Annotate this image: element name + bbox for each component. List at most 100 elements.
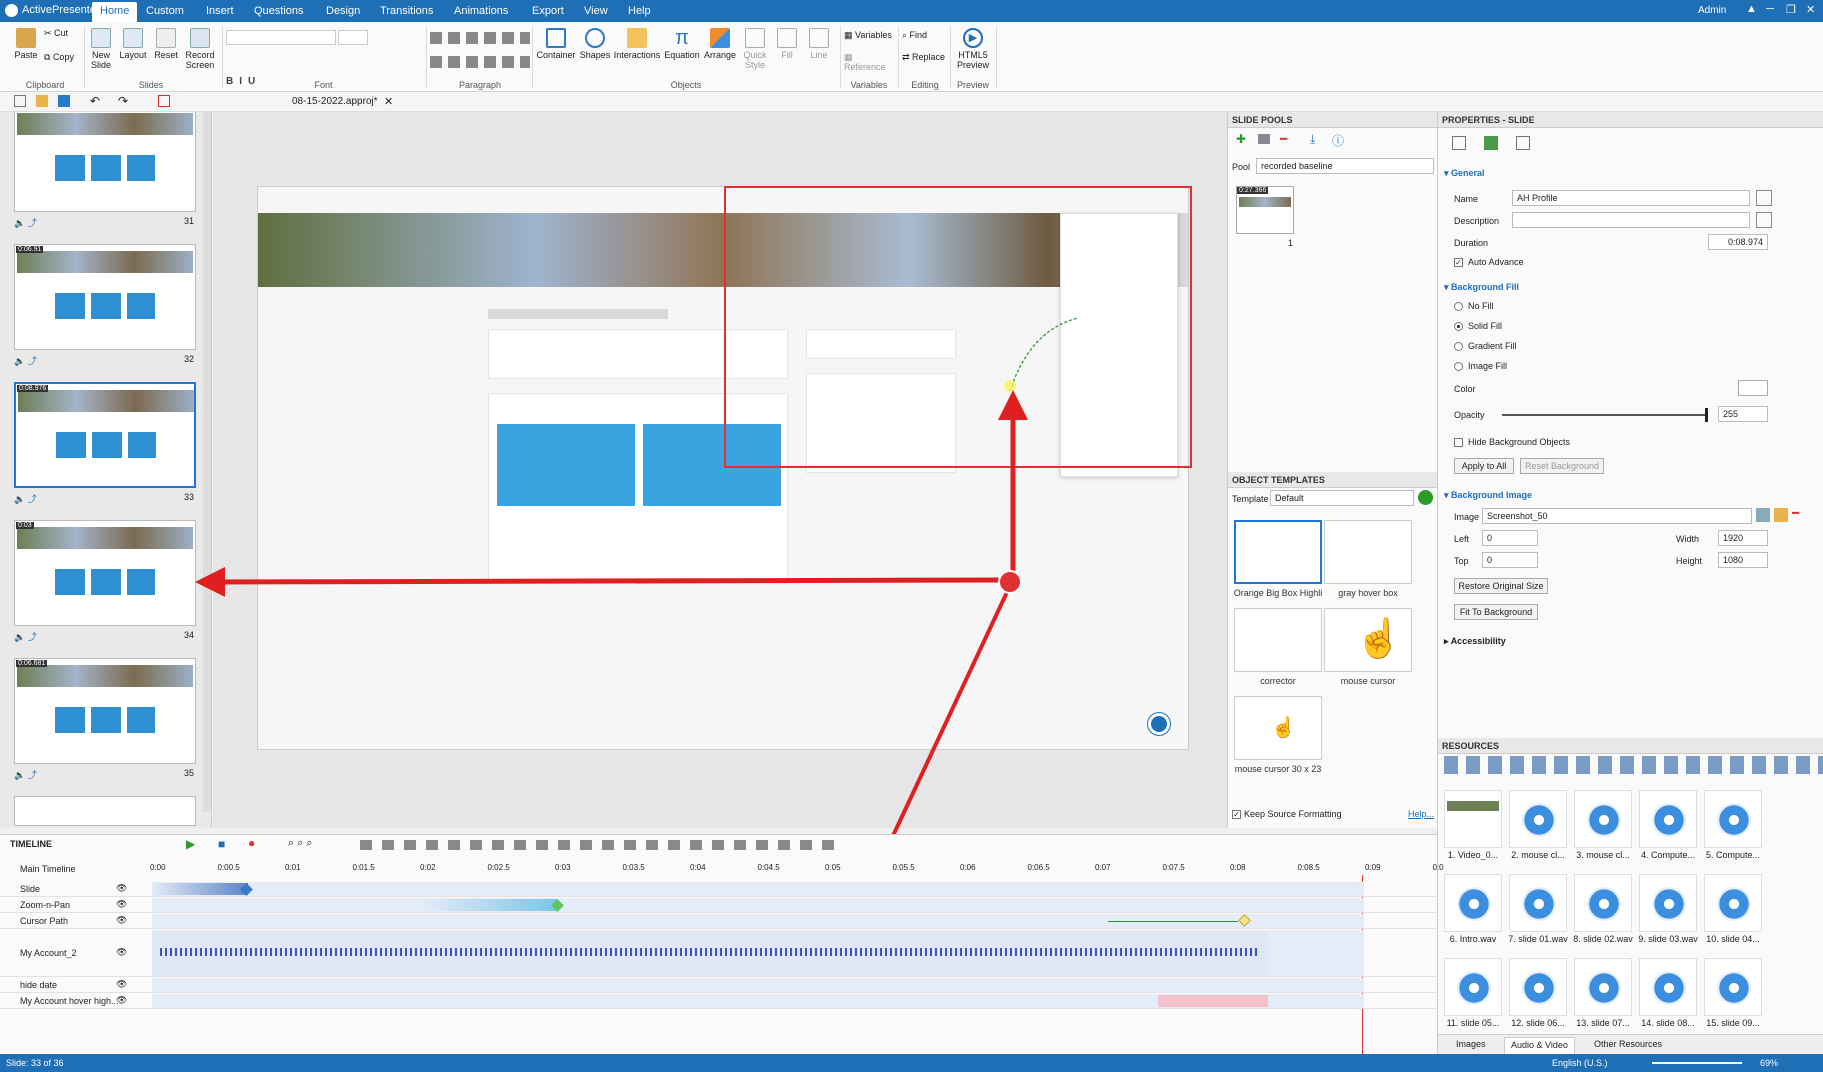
slide-thumb[interactable]: 0:06.681 — [14, 658, 196, 764]
minimize-icon[interactable]: ─ — [1766, 3, 1774, 15]
tab-help[interactable]: Help — [620, 0, 659, 22]
slide-audio-icon[interactable]: 🔈 ⤴ — [14, 630, 37, 643]
tab-view[interactable]: View — [576, 0, 616, 22]
play-timeline-icon[interactable]: ▶ — [186, 837, 195, 851]
interactions-button[interactable]: Interactions — [612, 28, 662, 60]
template-tile[interactable] — [1324, 520, 1412, 584]
audio-resource[interactable] — [1639, 790, 1697, 848]
fill-button[interactable]: Fill — [772, 28, 802, 60]
visibility-eye-icon[interactable]: 👁 — [116, 995, 127, 1006]
help-link[interactable]: Help... — [1408, 809, 1434, 819]
slides-scrollbar[interactable] — [203, 112, 211, 812]
visibility-eye-icon[interactable]: 👁 — [116, 915, 127, 926]
language[interactable]: English (U.S.) — [1552, 1054, 1608, 1072]
background-image-section[interactable]: ▾ Background Image — [1444, 490, 1532, 501]
slide-thumb[interactable]: 0:08.976 — [14, 382, 196, 488]
container-button[interactable]: Container — [536, 28, 576, 60]
color-picker[interactable] — [1738, 380, 1768, 396]
layout-button[interactable]: Layout — [118, 28, 148, 60]
tab-other-resources[interactable]: Other Resources — [1594, 1039, 1662, 1049]
audio-resource[interactable] — [1704, 790, 1762, 848]
audio-resource[interactable] — [1509, 790, 1567, 848]
shapes-button[interactable]: Shapes — [578, 28, 612, 60]
slide-canvas[interactable] — [257, 186, 1192, 750]
audio-resource[interactable] — [1639, 958, 1697, 1016]
remove-pool-icon[interactable]: ━ — [1280, 132, 1287, 146]
gradient-fill-radio[interactable] — [1454, 342, 1463, 351]
image-field[interactable]: Screenshot_50 — [1482, 508, 1752, 524]
audio-resource[interactable] — [1444, 958, 1502, 1016]
no-fill-radio[interactable] — [1454, 302, 1463, 311]
slide-audio-icon[interactable]: 🔈 ⤴ — [14, 492, 37, 505]
cursor-path-line[interactable] — [1108, 921, 1238, 922]
new-file-icon[interactable] — [14, 95, 26, 107]
font-size-select[interactable] — [338, 30, 368, 45]
zoom-pan-frame[interactable] — [724, 186, 1192, 468]
replace-button[interactable]: ⇄ Replace — [902, 52, 948, 62]
timeline-ruler[interactable]: 0:00 0:00.5 0:01 0:01.5 0:02 0:02.5 0:03 0:03.5… — [150, 859, 1444, 877]
customize-icon[interactable] — [158, 95, 170, 107]
properties-tab-icon[interactable] — [1452, 136, 1466, 150]
track-bar[interactable] — [152, 882, 1364, 896]
font-family-select[interactable] — [226, 30, 336, 45]
stop-icon[interactable]: ■ — [218, 837, 225, 851]
height-field[interactable]: 1080 — [1718, 552, 1768, 568]
edit-name-icon[interactable] — [1756, 190, 1772, 206]
reset-button[interactable]: Reset — [152, 28, 180, 60]
visibility-eye-icon[interactable]: 👁 — [116, 883, 127, 894]
image-remove-icon[interactable]: ━ — [1792, 506, 1799, 520]
pool-slides-icon[interactable] — [1258, 134, 1270, 144]
description-field[interactable] — [1512, 212, 1750, 228]
paste-button[interactable]: Paste — [12, 28, 40, 60]
slide-audio-icon[interactable]: 🔈 ⤴ — [14, 768, 37, 781]
tab-images[interactable]: Images — [1456, 1039, 1486, 1049]
reference-button[interactable]: ▦ Reference — [844, 52, 896, 72]
fit-to-background-button[interactable]: Fit To Background — [1454, 604, 1538, 620]
tab-insert[interactable]: Insert — [198, 0, 242, 22]
zoom-timeline-icon[interactable]: ⌕ ⌕ ⌕ — [288, 837, 313, 850]
tab-home[interactable]: Home — [92, 2, 138, 22]
opacity-slider-handle[interactable] — [1705, 408, 1708, 422]
help-fab-icon[interactable] — [1148, 713, 1170, 735]
record-screen-button[interactable]: Record Screen — [182, 28, 218, 70]
left-field[interactable]: 0 — [1482, 530, 1538, 546]
template-select[interactable]: Default — [1270, 490, 1414, 506]
audio-resource[interactable] — [1574, 958, 1632, 1016]
tab-design[interactable]: Design — [318, 0, 368, 22]
keep-source-checkbox[interactable]: ✓ — [1232, 810, 1241, 819]
template-tile[interactable] — [1234, 608, 1322, 672]
audio-resource[interactable] — [1574, 874, 1632, 932]
image-folder-icon[interactable] — [1774, 508, 1788, 522]
tab-animations[interactable]: Animations — [446, 0, 516, 22]
duration-field[interactable]: 0:08.974 — [1708, 234, 1768, 250]
track-bar[interactable] — [152, 898, 1364, 912]
new-slide-button[interactable]: New Slide — [86, 28, 116, 70]
close-icon[interactable]: ✕ — [1806, 3, 1815, 16]
visibility-eye-icon[interactable]: 👁 — [116, 979, 127, 990]
slide-audio-icon[interactable]: 🔈 ⤴ — [14, 354, 37, 367]
hide-bg-checkbox[interactable] — [1454, 438, 1463, 447]
tab-transitions[interactable]: Transitions — [372, 0, 441, 22]
audio-resource[interactable] — [1704, 874, 1762, 932]
align-buttons[interactable] — [430, 56, 530, 68]
edit-description-icon[interactable] — [1756, 212, 1772, 228]
audio-resource[interactable] — [1574, 790, 1632, 848]
template-tile[interactable] — [1234, 520, 1322, 584]
timeline-track[interactable]: hide date 👁 — [0, 977, 1437, 993]
undo-icon[interactable]: ↶ — [90, 94, 100, 108]
find-button[interactable]: ⌕ Find — [902, 30, 942, 40]
solid-fill-radio[interactable] — [1454, 322, 1463, 331]
zoom-level[interactable]: 69% — [1760, 1054, 1778, 1072]
user-name[interactable]: Admin — [1698, 5, 1726, 16]
slide-thumb[interactable] — [14, 112, 196, 212]
tab-custom[interactable]: Custom — [138, 0, 192, 22]
tab-audio-video[interactable]: Audio & Video — [1504, 1037, 1575, 1055]
video-resource[interactable] — [1444, 790, 1502, 848]
zoom-slider[interactable] — [1652, 1062, 1742, 1064]
restore-size-button[interactable]: Restore Original Size — [1454, 578, 1548, 594]
resources-toolbar[interactable] — [1444, 756, 1823, 774]
close-doc-icon[interactable]: ✕ — [384, 95, 393, 108]
audio-resource[interactable] — [1444, 874, 1502, 932]
html5-preview-button[interactable]: ▶ HTML5 Preview — [952, 28, 994, 70]
template-tile[interactable]: ☝ — [1234, 696, 1322, 760]
